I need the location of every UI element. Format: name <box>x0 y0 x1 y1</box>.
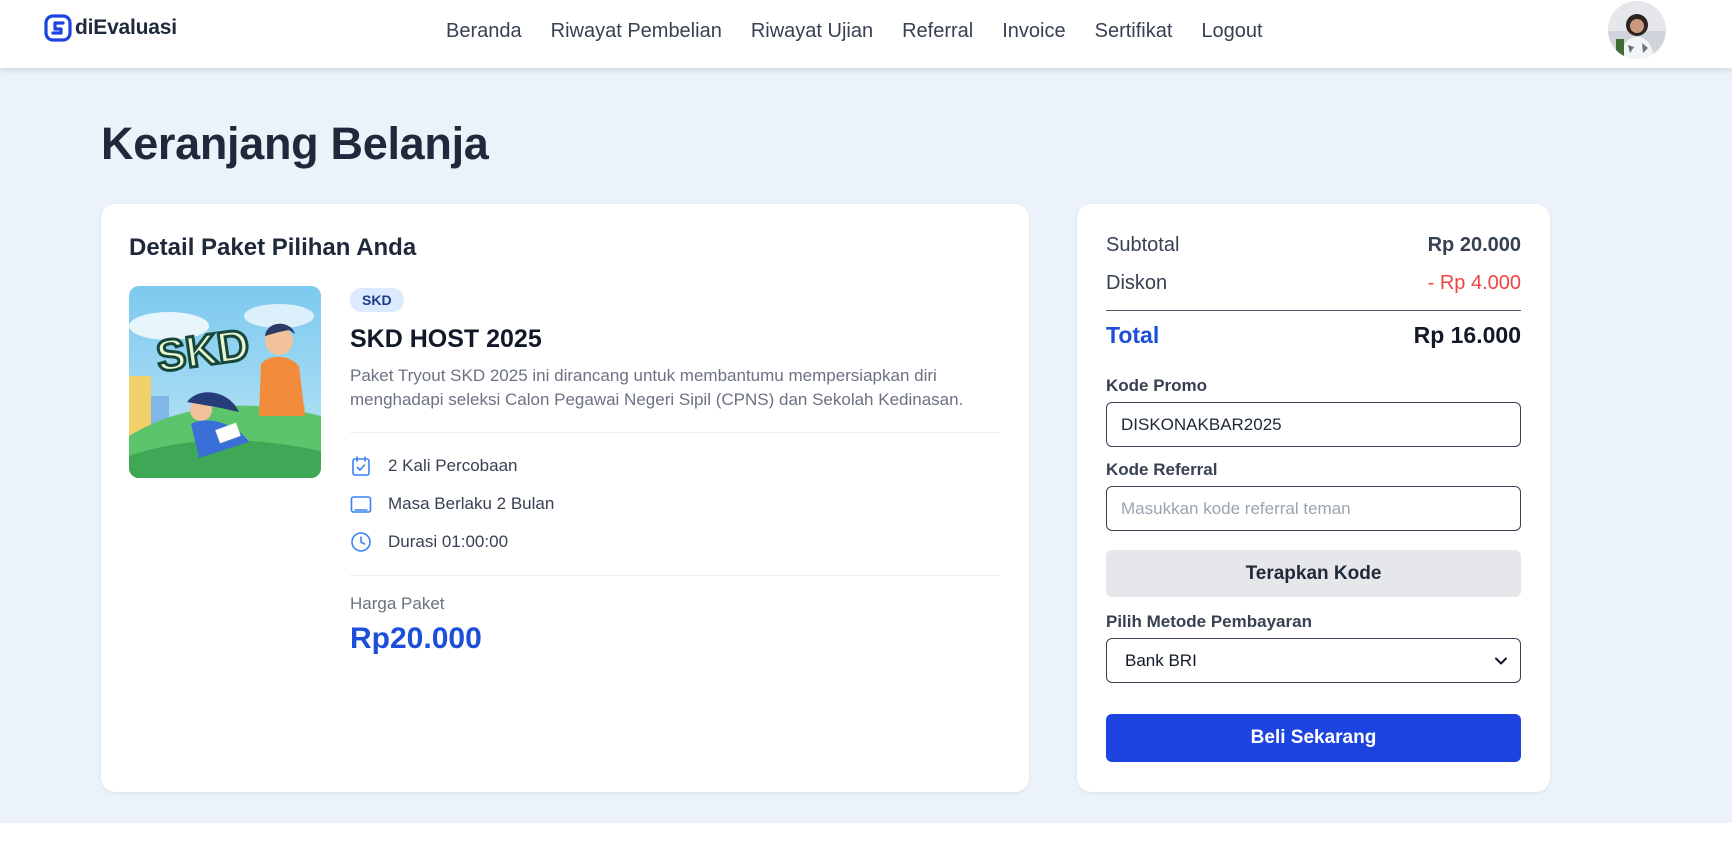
brand-name: diEvaluasi <box>75 16 177 39</box>
subtotal-label: Subtotal <box>1106 234 1180 256</box>
discount-label: Diskon <box>1106 272 1168 294</box>
tablet-icon <box>350 496 372 513</box>
referral-code-input[interactable] <box>1106 486 1521 531</box>
main-nav: Beranda Riwayat Pembelian Riwayat Ujian … <box>446 0 1292 62</box>
clock-icon <box>351 532 371 552</box>
package-detail-card: Detail Paket Pilihan Anda SKD SKD SKD HO… <box>101 204 1029 792</box>
promo-code-label: Kode Promo <box>1106 376 1208 395</box>
avatar-image <box>1608 1 1666 59</box>
nav-referral[interactable]: Referral <box>902 20 973 43</box>
nav-beranda[interactable]: Beranda <box>446 20 522 43</box>
buy-now-button[interactable]: Beli Sekarang <box>1106 714 1521 762</box>
price-label: Harga Paket <box>350 594 445 613</box>
calendar-check-icon <box>352 456 370 476</box>
feature-label: Durasi 01:00:00 <box>388 532 509 551</box>
brand-logo[interactable]: diEvaluasi <box>44 14 177 42</box>
package-info: SKD SKD HOST 2025 Paket Tryout SKD 2025 … <box>350 288 1000 656</box>
nav-invoice[interactable]: Invoice <box>1002 20 1065 43</box>
feature-attempts: 2 Kali Percobaan <box>350 447 1000 485</box>
chevron-down-icon <box>1495 657 1507 664</box>
feature-duration: Durasi 01:00:00 <box>350 523 1000 561</box>
apply-code-button[interactable]: Terapkan Kode <box>1106 550 1521 597</box>
logo-icon <box>44 14 72 42</box>
total-value: Rp 16.000 <box>1413 322 1521 348</box>
nav-riwayat-ujian[interactable]: Riwayat Ujian <box>751 20 873 43</box>
total-row: Total Rp 16.000 <box>1106 322 1521 349</box>
discount-value: - Rp 4.000 <box>1427 272 1521 294</box>
subtotal-row: Subtotal Rp 20.000 <box>1106 234 1521 257</box>
nav-sertifikat[interactable]: Sertifikat <box>1095 20 1173 43</box>
divider <box>350 432 1000 433</box>
nav-riwayat-pembelian[interactable]: Riwayat Pembelian <box>551 20 722 43</box>
payment-method-label: Pilih Metode Pembayaran <box>1106 612 1312 631</box>
top-navbar: diEvaluasi Beranda Riwayat Pembelian Riw… <box>0 0 1732 68</box>
order-summary-card: Subtotal Rp 20.000 Diskon - Rp 4.000 Tot… <box>1077 204 1550 792</box>
feature-label: 2 Kali Percobaan <box>388 456 518 475</box>
main-content: Keranjang Belanja Detail Paket Pilihan A… <box>0 68 1732 823</box>
package-title: SKD HOST 2025 <box>350 325 542 353</box>
promo-code-input[interactable] <box>1106 402 1521 447</box>
referral-code-label: Kode Referral <box>1106 460 1218 479</box>
package-detail-heading: Detail Paket Pilihan Anda <box>129 234 417 261</box>
payment-method-select[interactable]: Bank BRI <box>1106 638 1521 683</box>
divider <box>350 575 1000 576</box>
page-title: Keranjang Belanja <box>101 118 489 169</box>
package-category-badge: SKD <box>350 288 404 312</box>
feature-validity: Masa Berlaku 2 Bulan <box>350 485 1000 523</box>
nav-logout[interactable]: Logout <box>1201 20 1262 43</box>
discount-row: Diskon - Rp 4.000 <box>1106 272 1521 295</box>
package-features: 2 Kali Percobaan Masa Berlaku 2 Bulan Du… <box>350 447 1000 561</box>
package-description: Paket Tryout SKD 2025 ini dirancang untu… <box>350 366 964 409</box>
package-thumbnail: SKD <box>129 286 321 478</box>
feature-label: Masa Berlaku 2 Bulan <box>388 494 555 513</box>
summary-divider <box>1106 310 1521 311</box>
avatar[interactable] <box>1608 1 1666 59</box>
subtotal-value: Rp 20.000 <box>1427 234 1521 256</box>
payment-method-value: Bank BRI <box>1125 650 1197 670</box>
total-label: Total <box>1106 322 1160 348</box>
package-price: Rp20.000 <box>350 622 482 655</box>
